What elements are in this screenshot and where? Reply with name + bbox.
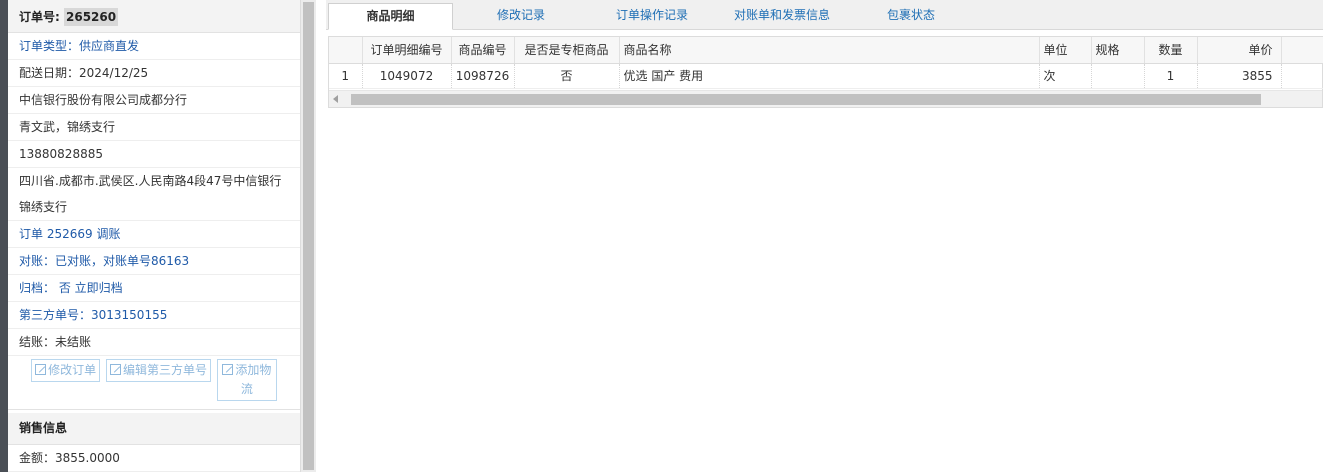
settlement-status: 结账：未结账 (8, 329, 300, 356)
header-counter-product[interactable]: 是否是专柜商品 (514, 37, 620, 64)
delivery-date: 配送日期：2024/12/25 (8, 60, 300, 87)
scrollbar-thumb[interactable] (303, 2, 314, 470)
row-index: 1 (329, 63, 363, 89)
header-product-name[interactable]: 商品名称 (619, 37, 1040, 64)
tab-operation-log[interactable]: 订单操作记录 (602, 3, 702, 30)
cell-unit-price: 3855 (1197, 63, 1282, 89)
table-row[interactable]: 1 1049072 1098726 否 优选 国产 费用 次 1 3855 (329, 63, 1323, 89)
header-index (329, 37, 363, 64)
cell-product-id[interactable]: 1098726 (451, 63, 515, 89)
cell-product-name[interactable]: 优选 国产 费用 (619, 63, 1040, 89)
tab-change-log[interactable]: 修改记录 (476, 3, 566, 30)
adjust-order-link[interactable]: 订单 252669 调账 (8, 221, 300, 248)
order-info-panel: 订单号: 265260 订单类型：供应商直发 配送日期：2024/12/25 中… (8, 0, 300, 472)
header-spec[interactable]: 规格 (1091, 37, 1145, 64)
cell-quantity: 1 (1144, 63, 1198, 89)
delivery-address: 四川省.成都市.武侯区.人民南路4段47号中信银行锦绣支行 (8, 168, 300, 221)
header-quantity[interactable]: 数量 (1144, 37, 1198, 64)
product-grid: 订单明细编号 商品编号 是否是专柜商品 商品名称 单位 规格 数量 单价 1 1… (328, 36, 1323, 108)
tab-statement-invoice[interactable]: 对账单和发票信息 (722, 3, 842, 30)
grid-header-row: 订单明细编号 商品编号 是否是专柜商品 商品名称 单位 规格 数量 单价 (329, 37, 1323, 64)
sales-amount: 金额：3855.0000 (8, 445, 300, 472)
cell-spec (1091, 63, 1145, 89)
contact-phone: 13880828885 (8, 141, 300, 168)
customer-company: 中信银行股份有限公司成都分行 (8, 87, 300, 114)
edit-third-party-button[interactable]: 编辑第三方单号 (106, 359, 212, 382)
header-product-id[interactable]: 商品编号 (451, 37, 515, 64)
edit-order-button[interactable]: 修改订单 (31, 359, 101, 382)
tab-bar: 商品明细 修改记录 订单操作记录 对账单和发票信息 包裹状态 (326, 0, 1323, 30)
grid-horizontal-scrollbar[interactable] (329, 90, 1322, 107)
header-more (1281, 37, 1323, 64)
left-edge-bar (0, 0, 8, 472)
scroll-left-arrow-icon[interactable] (333, 95, 338, 103)
detail-area: 商品明细 修改记录 订单操作记录 对账单和发票信息 包裹状态 订单明细编号 商品… (326, 0, 1323, 472)
scrollbar-thumb[interactable] (351, 94, 1261, 105)
left-panel-scrollbar[interactable] (300, 0, 316, 472)
tab-package-status[interactable]: 包裹状态 (871, 3, 951, 30)
tab-product-details[interactable]: 商品明细 (328, 3, 453, 30)
reconciliation-status[interactable]: 对账：已对账，对账单号86163 (8, 248, 300, 275)
archive-status[interactable]: 归档： 否 立即归档 (8, 275, 300, 302)
cell-unit: 次 (1039, 63, 1092, 89)
order-actions: 修改订单 编辑第三方单号 添加物流 (8, 356, 300, 410)
header-unit[interactable]: 单位 (1039, 37, 1092, 64)
third-party-number: 第三方单号：3013150155 (8, 302, 300, 329)
order-type: 订单类型：供应商直发 (8, 33, 300, 60)
cell-more (1281, 63, 1323, 89)
edit-icon (222, 364, 234, 375)
cell-detail-id: 1049072 (362, 63, 452, 89)
order-number-header: 订单号: 265260 (8, 0, 300, 33)
order-number-label: 订单号: (19, 10, 60, 24)
edit-icon (35, 364, 47, 375)
sales-info-title: 销售信息 (8, 413, 300, 445)
header-unit-price[interactable]: 单价 (1197, 37, 1282, 64)
cell-counter-product: 否 (514, 63, 620, 89)
contact-person: 青文武，锦绣支行 (8, 114, 300, 141)
order-number-value[interactable]: 265260 (64, 8, 119, 26)
edit-icon (110, 364, 121, 375)
add-logistics-button[interactable]: 添加物流 (216, 359, 277, 401)
header-detail-id[interactable]: 订单明细编号 (362, 37, 452, 64)
